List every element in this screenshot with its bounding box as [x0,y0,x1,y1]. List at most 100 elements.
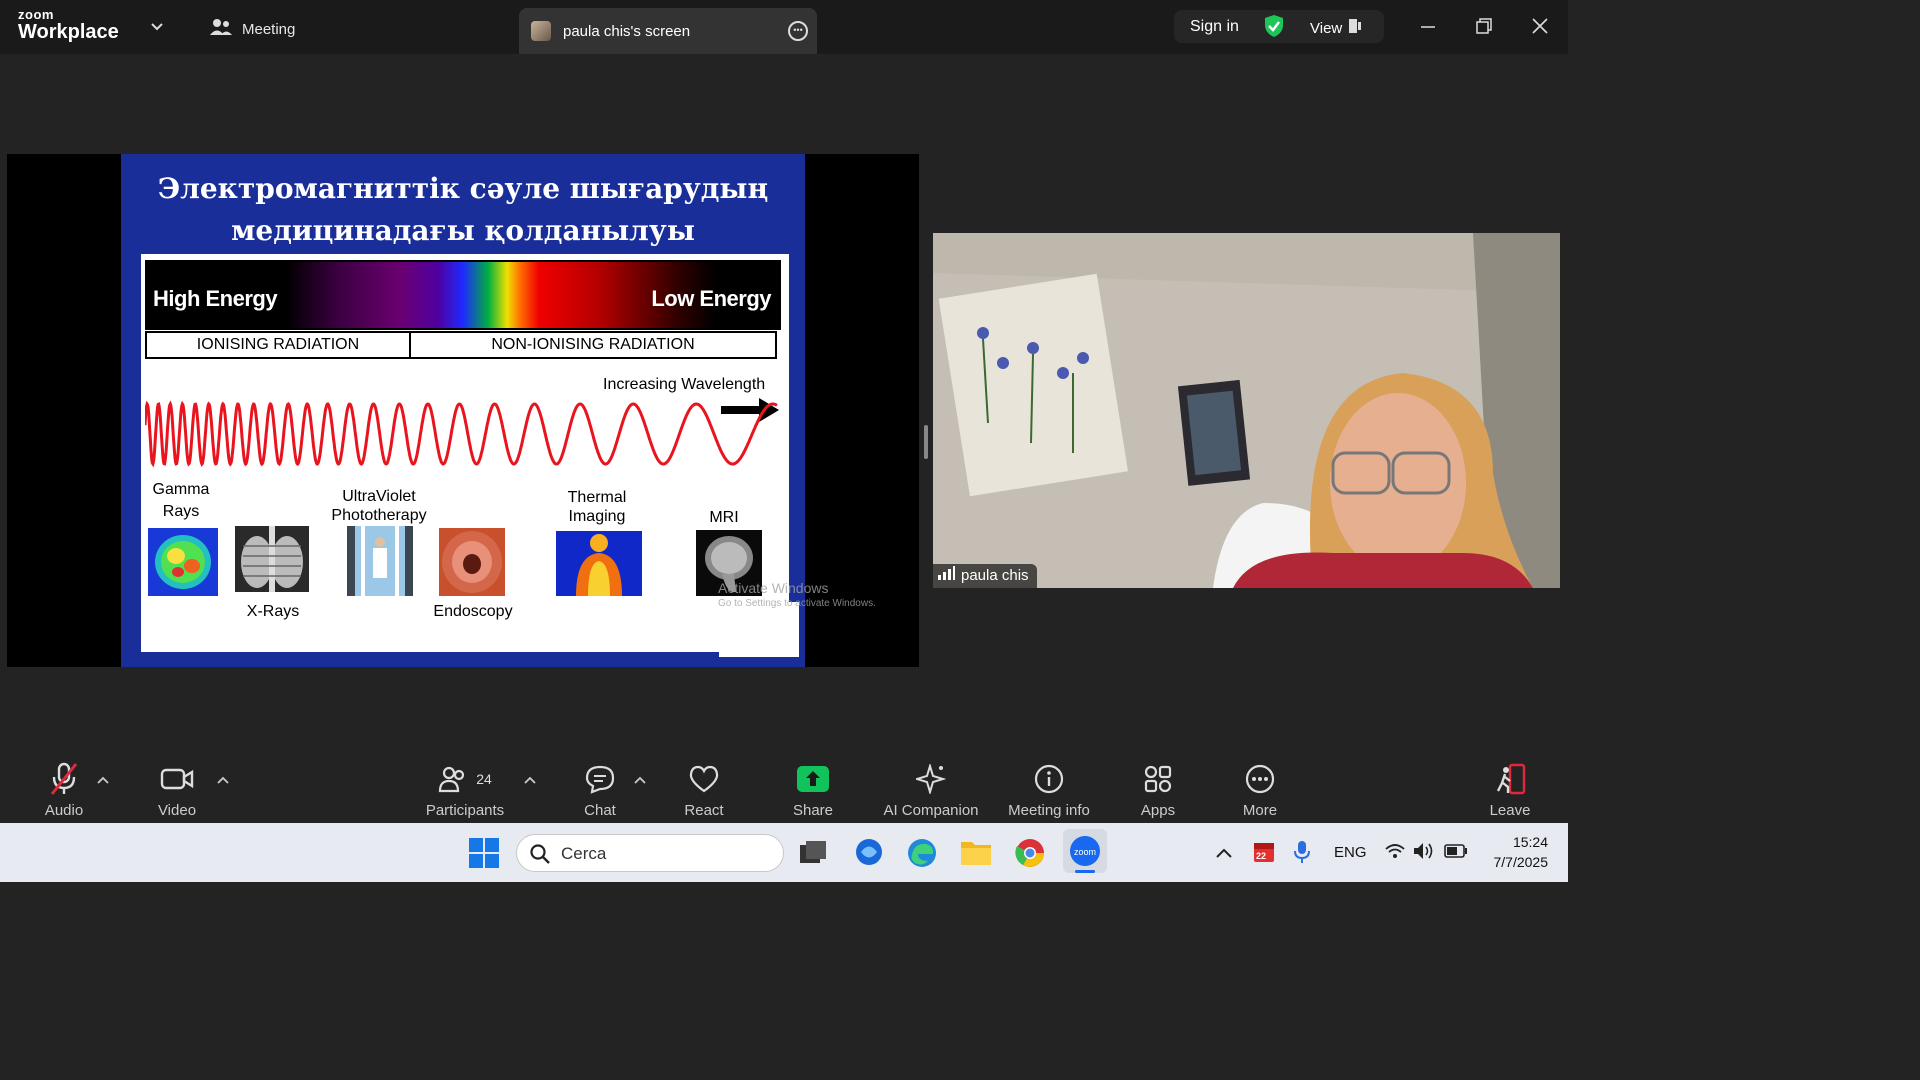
xrays-label: X-Rays [246,603,300,620]
react-button[interactable]: React [680,761,728,819]
copilot-app-icon[interactable] [853,837,885,872]
clock-date[interactable]: 7/7/2025 [1478,854,1549,870]
video-frame [933,233,1560,588]
meeting-info-button[interactable]: Meeting info [1002,761,1096,819]
increasing-wavelength-label: Increasing Wavelength [603,376,766,393]
meeting-tab[interactable]: Meeting [210,18,295,40]
apps-icon [1134,761,1182,797]
participant-video[interactable]: paula chis [933,233,1560,588]
audio-button[interactable]: Audio [40,761,88,819]
gamma-rays-label: Gamma Rays [141,480,221,521]
close-icon[interactable] [1532,17,1548,40]
more-label: More [1242,802,1278,819]
uv-line2: Phototherapy [331,507,427,524]
leave-button[interactable]: Leave [1486,761,1534,819]
gamma-line2: Rays [162,503,200,520]
high-energy-label: High Energy [153,286,278,311]
apps-button[interactable]: Apps [1134,761,1182,819]
language-indicator[interactable]: ENG [1334,844,1367,861]
info-icon [1002,761,1096,797]
volume-icon[interactable] [1413,842,1435,865]
file-explorer-icon[interactable] [960,838,992,871]
gamma-line1: Gamma [152,481,210,498]
taskbar-search[interactable]: Cerca [516,834,784,872]
participants-button[interactable]: 24 Participants [422,761,508,819]
chrome-icon[interactable] [1014,837,1046,874]
sparkle-icon [879,761,983,797]
participant-name: paula chis [961,567,1029,584]
low-energy-label: Low Energy [651,286,771,311]
wifi-icon[interactable] [1385,843,1405,864]
audio-options-icon[interactable] [97,773,109,787]
people-icon [210,18,232,40]
view-button[interactable]: View [1310,18,1362,38]
react-label: React [684,802,724,819]
participants-label: Participants [425,802,505,819]
slide-corner-overlay [719,602,799,657]
video-options-icon[interactable] [217,773,229,787]
activate-windows-watermark: Activate Windows [718,580,829,596]
chat-label: Chat [584,802,616,819]
chevron-down-icon[interactable] [150,19,164,35]
calendar-badge: 22 [1256,851,1267,861]
activate-windows-subtext: Go to Settings to activate Windows. [718,598,876,609]
restore-icon[interactable] [1476,17,1492,40]
search-placeholder: Cerca [561,844,607,863]
clock-time[interactable]: 15:24 [1488,834,1548,850]
zoom-taskbar-icon[interactable]: zoom [1063,829,1107,873]
spectrum-bar: High Energy Low Energy [145,260,781,330]
windows-start-icon[interactable] [469,838,499,873]
minimize-icon[interactable] [1420,14,1436,37]
slide-title-line1: Электромагниттік сәуле шығарудың [157,172,769,205]
task-view-icon[interactable] [799,839,827,870]
shield-check-icon[interactable] [1263,14,1285,43]
leave-label: Leave [1489,802,1531,819]
slide: Электромагниттік сәуле шығарудың медицин… [121,154,805,667]
zoom-logo[interactable]: zoom Workplace [18,8,119,42]
video-camera-icon [153,761,201,797]
more-options-icon[interactable]: ••• [788,21,808,41]
heart-icon [680,761,728,797]
chevron-up-icon[interactable] [1216,845,1232,863]
sign-in-button[interactable]: Sign in [1190,18,1239,36]
chat-options-icon[interactable] [634,773,646,787]
uv-line1: UltraViolet [342,488,416,505]
phototherapy-image [347,526,413,596]
ai-companion-button[interactable]: AI Companion [879,761,983,819]
video-button[interactable]: Video [153,761,201,819]
meeting-toolbar: Audio Video 24 Participants Chat React S… [0,755,1568,823]
ionising-label: IONISING RADIATION [145,331,411,359]
participants-options-icon[interactable] [524,773,536,787]
chat-button[interactable]: Chat [576,761,624,819]
view-label: View [1310,19,1343,37]
endoscopy-label: Endoscopy [433,603,513,620]
non-ionising-label: NON-IONISING RADIATION [409,331,777,359]
thermal-line2: Imaging [568,508,626,525]
chat-icon [576,761,624,797]
participants-icon: 24 [422,761,508,797]
calendar-icon[interactable]: 22 [1253,839,1275,868]
audio-label: Audio [44,802,84,819]
participants-count: 24 [476,771,492,787]
share-button[interactable]: Share [789,761,837,819]
thermal-imaging-label: Thermal Imaging [557,488,637,526]
slide-title: Электромагниттік сәуле шығарудың медицин… [121,168,805,252]
leave-icon [1486,761,1534,797]
slide-title-line2: медицинадағы қолданылуы [231,214,695,247]
wavelength-wave [145,400,778,468]
screen-share-tab[interactable]: paula chis's screen ••• [519,8,817,54]
gamma-scan-image [148,528,218,596]
screen-tab-label: paula chis's screen [563,23,691,40]
microphone-icon[interactable] [1294,840,1310,869]
apps-label: Apps [1140,802,1176,819]
share-label: Share [792,802,834,819]
more-button[interactable]: More [1236,761,1284,819]
signal-bars-icon [937,564,955,588]
endoscopy-image [439,528,505,596]
battery-icon[interactable] [1444,844,1468,863]
edge-icon[interactable] [906,837,938,874]
avatar [531,21,551,41]
spectrum-panel: High Energy Low Energy IONISING RADIATIO… [141,254,789,652]
resize-handle[interactable] [924,425,928,459]
svg-text:zoom: zoom [1074,847,1096,857]
